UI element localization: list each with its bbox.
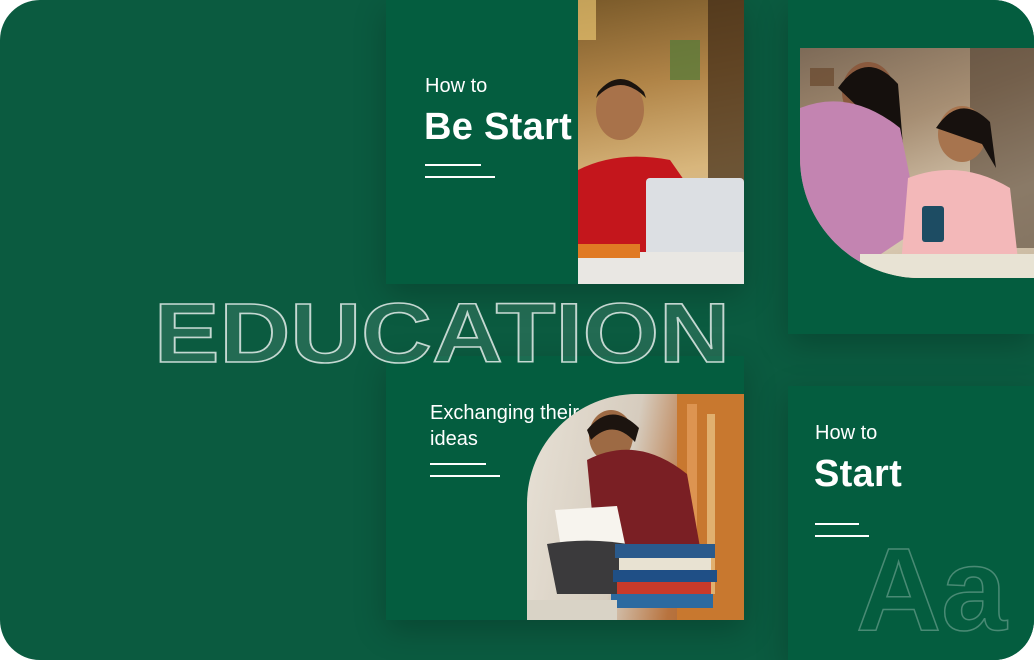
mother-daughter-phone-photo [800, 48, 1034, 278]
card-start-rule-short [815, 523, 859, 525]
card-start-title: Start [814, 453, 903, 495]
card-be-start-rule-long [425, 176, 495, 178]
man-at-laptop-photo [578, 0, 744, 284]
typeface-sample-aa: Aa [856, 530, 1009, 640]
student-reading-library-photo [527, 394, 744, 620]
card-exchanging-rule-long [430, 475, 500, 477]
card-be-start-rule-short [425, 164, 481, 166]
card-be-start-title: Be Start [424, 106, 573, 148]
card-be-start-kicker: How to [425, 75, 488, 97]
education-outline-title: EDUCATION [153, 285, 731, 372]
card-start-kicker: How to [815, 422, 878, 444]
card-exchanging-rule-short [430, 463, 486, 465]
typeface-sample-text: Aa [856, 530, 1008, 640]
education-title-text: EDUCATION [154, 286, 730, 372]
education-collage: How to Be Start Exchanging their ideas H… [0, 0, 1034, 660]
